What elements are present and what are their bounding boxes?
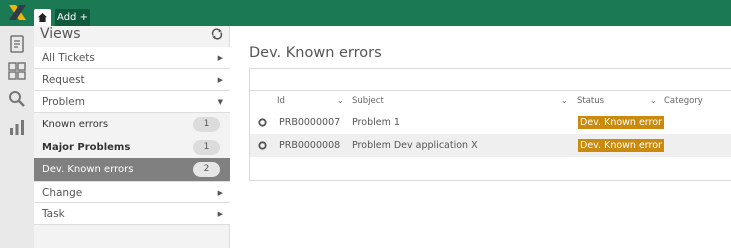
view-item-all-tickets[interactable]: All Tickets ▶ <box>34 47 230 69</box>
view-subitem-known-errors[interactable]: Known errors 1 <box>34 113 230 136</box>
view-item-label: Change <box>42 187 83 199</box>
column-header-id[interactable]: Id <box>277 91 285 111</box>
view-item-label: Request <box>42 74 85 86</box>
chevron-down-icon[interactable]: ⌄ <box>337 91 344 111</box>
expand-arrow-icon: ▶ <box>217 189 223 197</box>
view-item-label: Task <box>42 208 65 220</box>
expand-arrow-icon: ▶ <box>217 54 223 62</box>
view-subitem-label: Dev. Known errors <box>42 164 134 175</box>
bar-chart-icon[interactable] <box>7 117 27 137</box>
status-badge: Dev. Known error <box>578 116 664 129</box>
page-title: Dev. Known errors <box>249 45 382 61</box>
cell-id[interactable]: PRB0000008 <box>279 134 340 157</box>
expand-arrow-icon: ▶ <box>217 210 223 218</box>
view-subitem-dev-known-errors[interactable]: Dev. Known errors 2 <box>34 158 230 181</box>
add-tab-button[interactable]: Add + <box>55 9 90 26</box>
view-item-change[interactable]: Change ▶ <box>34 181 230 203</box>
home-icon <box>38 13 47 22</box>
collapse-arrow-icon: ▼ <box>217 98 223 106</box>
view-subitem-major-problems[interactable]: Major Problems 1 <box>34 136 230 159</box>
row-settings-icon[interactable] <box>258 141 267 150</box>
cell-subject[interactable]: Problem Dev application X <box>352 134 478 157</box>
view-item-task[interactable]: Task ▶ <box>34 203 230 225</box>
column-header-category[interactable]: Category <box>664 91 703 111</box>
cell-subject[interactable]: Problem 1 <box>352 111 400 134</box>
view-subitem-label: Major Problems <box>42 142 131 153</box>
tickets-grid: Id ⌄ Subject ⌄ Status ⌄ Category PRB0000… <box>249 68 731 181</box>
grid-toolbar <box>250 69 731 91</box>
view-subitem-label: Known errors <box>42 119 109 130</box>
app-logo-icon[interactable] <box>9 5 26 20</box>
view-item-label: Problem <box>42 96 85 108</box>
views-panel: Views All Tickets ▶ Request ▶ Problem ▼ … <box>34 26 230 248</box>
table-row[interactable]: PRB0000008 Problem Dev application X Dev… <box>250 134 731 157</box>
row-settings-icon[interactable] <box>258 118 267 127</box>
status-badge: Dev. Known error <box>578 139 664 152</box>
column-header-status[interactable]: Status <box>577 91 604 111</box>
view-item-problem[interactable]: Problem ▼ <box>34 91 230 113</box>
top-bar: Add + <box>0 0 731 26</box>
table-row[interactable]: PRB0000007 Problem 1 Dev. Known error <box>250 111 731 134</box>
count-badge: 1 <box>193 140 220 155</box>
dashboard-grid-icon[interactable] <box>7 61 27 81</box>
view-item-label: All Tickets <box>42 52 95 64</box>
chevron-down-icon[interactable]: ⌄ <box>650 91 657 111</box>
cell-id[interactable]: PRB0000007 <box>279 111 340 134</box>
home-tab[interactable] <box>34 9 51 26</box>
column-header-subject[interactable]: Subject <box>352 91 384 111</box>
grid-header: Id ⌄ Subject ⌄ Status ⌄ Category <box>250 91 731 111</box>
count-badge: 1 <box>193 117 220 132</box>
icon-rail <box>0 26 34 248</box>
document-icon[interactable] <box>7 34 27 54</box>
view-item-request[interactable]: Request ▶ <box>34 69 230 91</box>
expand-arrow-icon: ▶ <box>217 76 223 84</box>
count-badge: 2 <box>193 162 220 177</box>
search-icon[interactable] <box>7 89 27 109</box>
chevron-down-icon[interactable]: ⌄ <box>561 91 568 111</box>
views-title: Views <box>40 26 81 42</box>
main-content: Dev. Known errors Id ⌄ Subject ⌄ Status … <box>231 26 731 248</box>
refresh-icon[interactable] <box>211 28 223 40</box>
